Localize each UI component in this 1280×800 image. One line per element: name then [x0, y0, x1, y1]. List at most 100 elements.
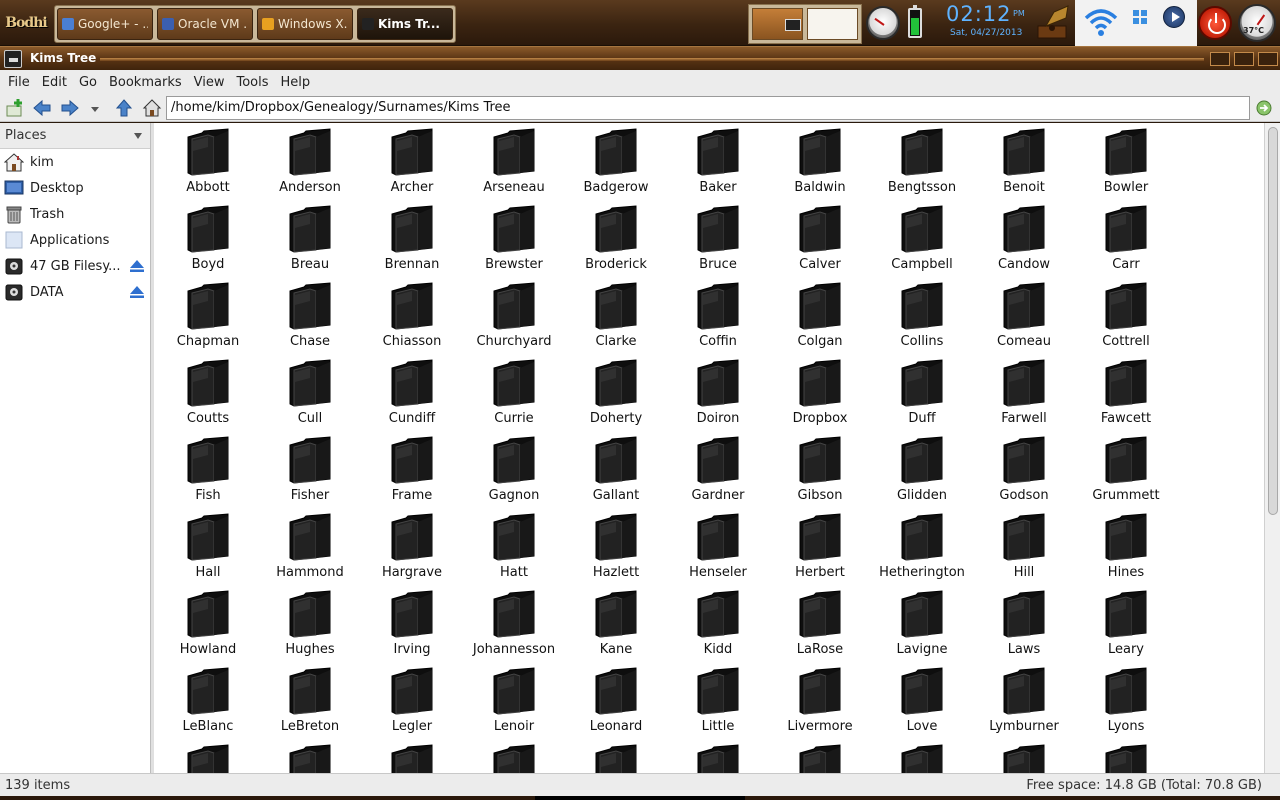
- folder-item[interactable]: Benoit: [973, 127, 1075, 204]
- folder-item[interactable]: Johannesson: [463, 589, 565, 666]
- folder-item[interactable]: Kidd: [667, 589, 769, 666]
- vertical-scrollbar[interactable]: [1264, 123, 1280, 773]
- folder-item[interactable]: Lymburner: [973, 666, 1075, 743]
- folder-item[interactable]: Baker: [667, 127, 769, 204]
- media-player-icon[interactable]: [1163, 6, 1185, 28]
- folder-item[interactable]: Godson: [973, 435, 1075, 512]
- power-icon[interactable]: [1198, 6, 1232, 40]
- folder-item[interactable]: Leary: [1075, 589, 1177, 666]
- menu-file[interactable]: File: [2, 75, 36, 90]
- folder-item[interactable]: Grummett: [1075, 435, 1177, 512]
- folder-item[interactable]: Comeau: [973, 281, 1075, 358]
- bodhi-menu-button[interactable]: Bodhi: [2, 4, 50, 42]
- folder-item[interactable]: Hines: [1075, 512, 1177, 589]
- wifi-icon[interactable]: [1083, 4, 1119, 38]
- folder-item[interactable]: Brennan: [361, 204, 463, 281]
- menu-view[interactable]: View: [188, 75, 231, 90]
- folder-item[interactable]: Baldwin: [769, 127, 871, 204]
- taskbar-button[interactable]: Oracle VM ...: [157, 8, 253, 40]
- menu-help[interactable]: Help: [275, 75, 317, 90]
- gramophone-icon[interactable]: [1032, 4, 1072, 42]
- folder-item[interactable]: Fisher: [259, 435, 361, 512]
- folder-item[interactable]: [259, 743, 361, 773]
- sidebar-item-kim[interactable]: kim: [0, 149, 150, 175]
- folder-item[interactable]: Carr: [1075, 204, 1177, 281]
- folder-item[interactable]: Doherty: [565, 358, 667, 435]
- folder-item[interactable]: Bowler: [1075, 127, 1177, 204]
- folder-item[interactable]: Badgerow: [565, 127, 667, 204]
- folder-item[interactable]: LeBreton: [259, 666, 361, 743]
- network-icon[interactable]: [1131, 8, 1149, 26]
- folder-item[interactable]: Love: [871, 666, 973, 743]
- sidebar-item-applications[interactable]: Applications: [0, 227, 150, 253]
- folder-item[interactable]: Collins: [871, 281, 973, 358]
- folder-item[interactable]: Abbott: [157, 127, 259, 204]
- folder-item[interactable]: [769, 743, 871, 773]
- folder-item[interactable]: Gagnon: [463, 435, 565, 512]
- chevron-down-icon[interactable]: [134, 133, 142, 139]
- folder-item[interactable]: Hazlett: [565, 512, 667, 589]
- folder-item[interactable]: Hall: [157, 512, 259, 589]
- folder-item[interactable]: Doiron: [667, 358, 769, 435]
- sidebar-item-47-gb-filesy[interactable]: 47 GB Filesy...: [0, 253, 150, 279]
- home-icon[interactable]: [142, 98, 162, 118]
- location-bar-input[interactable]: /home/kim/Dropbox/Genealogy/Surnames/Kim…: [166, 96, 1250, 120]
- folder-item[interactable]: Brewster: [463, 204, 565, 281]
- folder-item[interactable]: Dropbox: [769, 358, 871, 435]
- go-arrow-icon[interactable]: [1256, 100, 1272, 116]
- folder-item[interactable]: Hatt: [463, 512, 565, 589]
- window-menu-icon[interactable]: [4, 50, 22, 68]
- folder-item[interactable]: [1075, 743, 1177, 773]
- folder-item[interactable]: Hammond: [259, 512, 361, 589]
- taskbar-button[interactable]: Kims Tr...: [357, 8, 453, 40]
- folder-item[interactable]: Fish: [157, 435, 259, 512]
- folder-item[interactable]: Farwell: [973, 358, 1075, 435]
- folder-item[interactable]: Colgan: [769, 281, 871, 358]
- folder-item[interactable]: Gardner: [667, 435, 769, 512]
- folder-item[interactable]: Chase: [259, 281, 361, 358]
- folder-item[interactable]: Coffin: [667, 281, 769, 358]
- window-titlebar[interactable]: Kims Tree: [0, 46, 1280, 70]
- folder-item[interactable]: Bruce: [667, 204, 769, 281]
- folder-item[interactable]: [871, 743, 973, 773]
- folder-item[interactable]: Leonard: [565, 666, 667, 743]
- folder-item[interactable]: Lavigne: [871, 589, 973, 666]
- folder-item[interactable]: Lyons: [1075, 666, 1177, 743]
- folder-item[interactable]: Irving: [361, 589, 463, 666]
- history-dropdown-icon[interactable]: [88, 98, 102, 118]
- folder-item[interactable]: Howland: [157, 589, 259, 666]
- folder-item[interactable]: [361, 743, 463, 773]
- menu-go[interactable]: Go: [73, 75, 103, 90]
- cpu-gauge-icon[interactable]: [866, 6, 900, 40]
- workspace-2[interactable]: [807, 8, 858, 40]
- folder-item[interactable]: [973, 743, 1075, 773]
- folder-item[interactable]: Arseneau: [463, 127, 565, 204]
- folder-item[interactable]: Candow: [973, 204, 1075, 281]
- folder-item[interactable]: [463, 743, 565, 773]
- forward-arrow-icon[interactable]: [60, 98, 80, 118]
- folder-item[interactable]: Bengtsson: [871, 127, 973, 204]
- folder-item[interactable]: LeBlanc: [157, 666, 259, 743]
- sidebar-item-trash[interactable]: Trash: [0, 201, 150, 227]
- folder-item[interactable]: [565, 743, 667, 773]
- folder-item[interactable]: Currie: [463, 358, 565, 435]
- eject-icon[interactable]: [130, 260, 144, 272]
- folder-item[interactable]: Gallant: [565, 435, 667, 512]
- folder-item[interactable]: Glidden: [871, 435, 973, 512]
- folder-item[interactable]: Laws: [973, 589, 1075, 666]
- folder-item[interactable]: Boyd: [157, 204, 259, 281]
- folder-item[interactable]: Calver: [769, 204, 871, 281]
- menu-tools[interactable]: Tools: [230, 75, 274, 90]
- folder-item[interactable]: Cull: [259, 358, 361, 435]
- folder-item[interactable]: Kane: [565, 589, 667, 666]
- folder-item[interactable]: Clarke: [565, 281, 667, 358]
- folder-item[interactable]: Legler: [361, 666, 463, 743]
- folder-item[interactable]: Livermore: [769, 666, 871, 743]
- taskbar-button[interactable]: Windows X...: [257, 8, 353, 40]
- folder-item[interactable]: Churchyard: [463, 281, 565, 358]
- maximize-button[interactable]: [1234, 52, 1254, 66]
- folder-item[interactable]: Campbell: [871, 204, 973, 281]
- folder-item[interactable]: Fawcett: [1075, 358, 1177, 435]
- folder-item[interactable]: Coutts: [157, 358, 259, 435]
- sidebar-header[interactable]: Places: [0, 123, 150, 149]
